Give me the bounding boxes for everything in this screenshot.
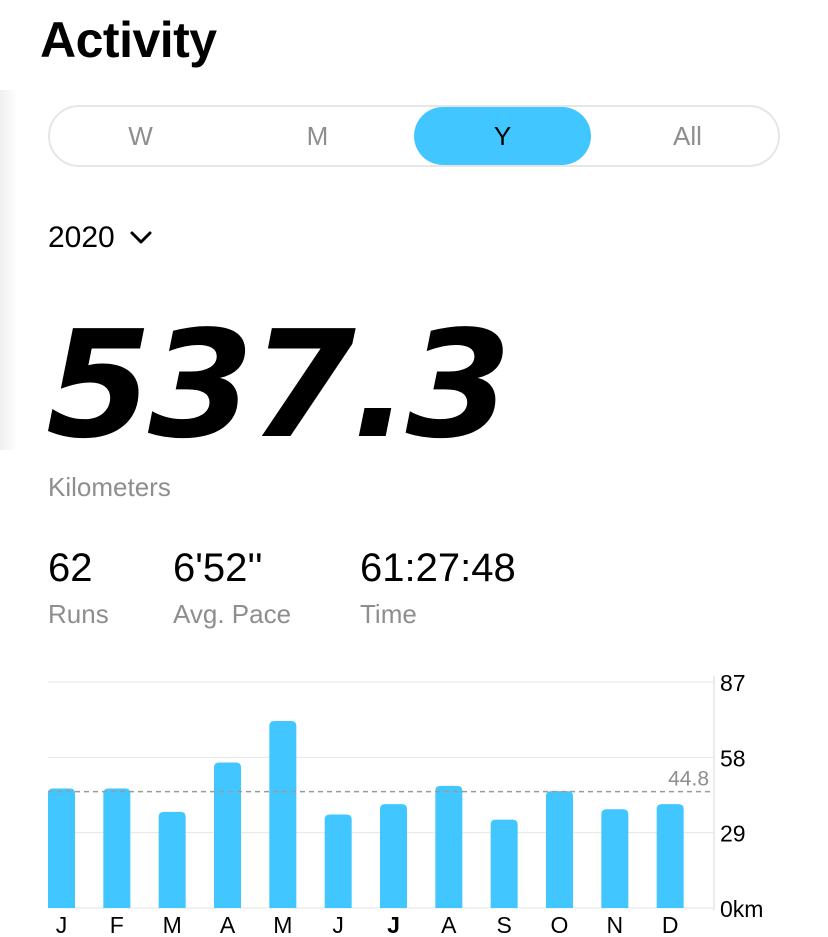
tab-month[interactable]: M [229,107,406,165]
tab-all[interactable]: All [599,107,776,165]
chart-bar [48,788,75,908]
stat-avg-pace: 6'52'' Avg. Pace [173,545,291,630]
monthly-distance-chart: 87 58 29 0km J F M A M J J A S O N D 44.8 [0,660,828,937]
chart-x-tick-label: S [496,912,511,937]
chart-bar [214,762,241,908]
chart-bar [546,791,573,908]
stat-time: 61:27:48 Time [360,545,516,630]
stat-avg-pace-label: Avg. Pace [173,599,292,629]
chart-x-tick-label: J [332,912,344,937]
chart-bar [380,804,407,908]
chevron-down-icon [129,230,153,246]
chart-x-tick-label: J [387,912,400,937]
chart-y-tick-label: 0km [720,896,763,922]
chart-y-tick-label: 87 [720,670,746,696]
chart-x-tick-label: M [163,912,182,937]
period-segmented-control: W M Y All [48,105,780,167]
chart-x-tick-label: D [662,912,679,937]
edge-shadow [0,90,18,450]
stat-runs-value: 62 [48,546,93,590]
tab-week[interactable]: W [52,107,229,165]
stat-runs: 62 Runs [48,545,109,630]
chart-bar [103,788,131,908]
stat-avg-pace-value: 6'52'' [173,546,263,590]
year-label: 2020 [48,221,115,254]
stat-time-label: Time [360,599,417,629]
chart-average-label: 44.8 [668,768,709,791]
chart-bar [490,819,518,908]
year-selector[interactable]: 2020 [48,218,153,258]
chart-y-tick-label: 58 [720,745,746,771]
chart-x-tick-label: O [551,912,569,937]
chart-bar [269,720,297,908]
tab-year[interactable]: Y [414,107,591,165]
chart-x-tick-label: F [110,912,124,937]
page-title: Activity [40,12,217,68]
chart-bar [601,809,629,908]
chart-x-tick-label: A [220,912,236,937]
chart-x-tick-label: A [441,912,457,937]
total-distance-unit: Kilometers [48,472,171,502]
chart-canvas: 87 58 29 0km J F M A M J J A S O N D 44.8 [48,670,763,937]
stat-time-value: 61:27:48 [360,546,516,590]
chart-x-tick-label: J [56,912,68,937]
chart-bar [324,814,352,908]
chart-bar [435,785,463,908]
chart-x-tick-label: M [273,912,292,937]
stat-runs-label: Runs [48,599,109,629]
chart-bar [158,811,186,908]
chart-bar [656,804,684,908]
total-distance-value: 537.3 [46,299,512,471]
chart-y-tick-label: 29 [720,821,746,847]
chart-x-tick-label: N [607,912,624,937]
